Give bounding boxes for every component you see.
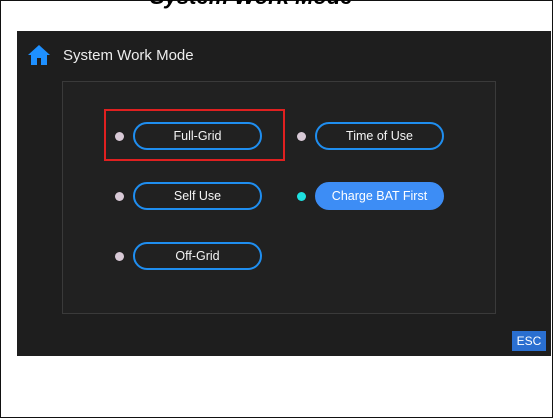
mode-button-time-of-use[interactable]: Time of Use <box>315 122 444 150</box>
mode-option-charge-bat-first[interactable]: Charge BAT First <box>297 180 447 212</box>
mode-button-charge-bat-first[interactable]: Charge BAT First <box>315 182 444 210</box>
highlight-box <box>104 109 285 161</box>
esc-button[interactable]: ESC <box>512 331 546 351</box>
mode-option-time-of-use[interactable]: Time of Use <box>297 120 447 152</box>
mode-button-off-grid[interactable]: Off-Grid <box>133 242 262 270</box>
mode-option-self-use[interactable]: Self Use <box>115 180 265 212</box>
page-caption: System Work Mode <box>150 0 410 12</box>
screen-title: System Work Mode <box>63 47 194 64</box>
mode-option-off-grid[interactable]: Off-Grid <box>115 240 265 272</box>
mode-indicator-dot-active <box>297 192 306 201</box>
mode-indicator-dot <box>115 252 124 261</box>
home-icon[interactable] <box>27 44 51 66</box>
mode-indicator-dot <box>115 192 124 201</box>
mode-indicator-dot <box>297 132 306 141</box>
device-screen: System Work Mode Full-Grid Time of Use S… <box>17 31 551 356</box>
mode-button-self-use[interactable]: Self Use <box>133 182 262 210</box>
